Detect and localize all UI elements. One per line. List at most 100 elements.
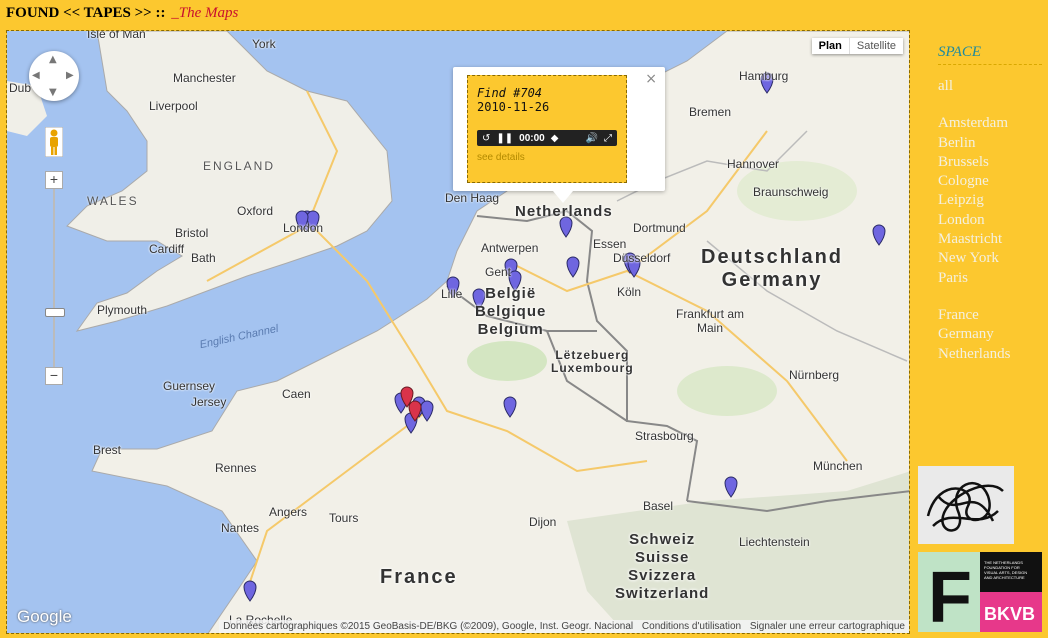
pan-up-icon[interactable]: ▲ [49,54,57,65]
country-name-line: Schweiz [629,531,696,548]
city-label: Angers [269,505,308,519]
map-type-plan-button[interactable]: Plan [812,38,849,54]
country-label-liechtenstein: Liechtenstein [739,535,810,549]
city-label: Dub [9,81,32,95]
info-window-content: Find #704 2010-11-26 ↺ ❚❚ 00:00 ◆ 🔊 ⤢ se… [467,75,627,183]
pause-icon[interactable]: ❚❚ [496,133,513,144]
zoom-slider-track[interactable] [53,181,55,379]
pan-right-icon[interactable]: ▶ [66,70,74,81]
sidebar-item-london[interactable]: London [938,211,1042,230]
volume-icon[interactable]: 🔊 [586,133,598,144]
sidebar-item-cologne[interactable]: Cologne [938,172,1042,191]
country-name-line: Germany [721,269,823,291]
city-label: Dortmund [633,221,686,235]
city-label: London [283,221,324,235]
city-label: Tours [329,511,359,525]
close-icon[interactable]: × [645,71,657,87]
city-label: Essen [593,237,627,251]
city-label: Isle of Man [87,30,146,41]
street-view-pegman-icon[interactable] [45,127,63,157]
country-label-england: ENGLAND [203,159,276,173]
page-header: FOUND << TAPES >> :: _The Maps [6,5,238,22]
city-label: Hannover [727,157,780,171]
page-subtitle: _The Maps [171,5,239,21]
city-label: Düsseldorf [613,251,671,265]
zoom-out-button[interactable]: − [45,367,63,385]
city-label: York [252,37,276,51]
sidebar-item-germany[interactable]: Germany [938,325,1042,344]
sidebar-item-france[interactable]: France [938,306,1042,325]
sidebar-item-new-york[interactable]: New York [938,249,1042,268]
forest-area [467,341,547,381]
city-label: Gent [485,265,512,279]
city-label: Rennes [215,461,257,475]
zoom-slider-handle[interactable] [45,308,65,317]
city-label: Jersey [191,395,227,409]
city-label: Oxford [237,204,274,218]
city-label: Guernsey [163,379,216,393]
city-label: Den Haag [445,191,500,205]
map-attribution: Données cartographiques ©2015 GeoBasis-D… [219,620,909,633]
city-label: Cardiff [149,242,185,256]
city-label: Bristol [175,226,209,240]
city-label: Strasbourg [635,429,694,443]
city-label: München [813,459,863,473]
city-label: Manchester [173,71,236,85]
city-label: Hamburg [739,69,789,83]
info-window-tail [553,191,573,203]
map-container[interactable]: York Isle of Man Manchester Liverpool Du… [6,30,910,634]
city-label: Köln [617,285,642,299]
city-label: Bath [191,251,216,265]
map-type-control: Plan Satellite [811,38,903,54]
sidebar-item-berlin[interactable]: Berlin [938,134,1042,153]
city-label: Bremen [689,105,732,119]
sidebar-item-paris[interactable]: Paris [938,269,1042,288]
country-name-line: Suisse [634,549,690,566]
country-label-netherlands: Netherlands [515,203,613,220]
sidebar-item-brussels[interactable]: Brussels [938,153,1042,172]
country-name-line: België [485,285,537,302]
zoom-in-button[interactable]: + [45,171,63,189]
city-label: Caen [282,387,311,401]
site-title[interactable]: FOUND << TAPES >> :: [6,5,165,21]
country-name-line: Belgium [477,321,544,338]
logo-letter: F [928,558,972,632]
country-label-belgium: België Belgique Belgium [475,285,546,339]
sidebar-item-all[interactable]: all [938,77,1042,96]
fullscreen-icon[interactable]: ⤢ [604,133,612,144]
sidebar-item-netherlands[interactable]: Netherlands [938,345,1042,364]
logo-brand: BKVB [984,604,1035,624]
replay-icon[interactable]: ↺ [482,133,490,144]
pan-control-icon[interactable]: ▲ ▼ ◀ ▶ [29,51,79,101]
city-label: Dijon [529,515,557,529]
audio-player[interactable]: ↺ ❚❚ 00:00 ◆ 🔊 ⤢ [477,130,617,146]
country-name-line: Deutschland [701,246,844,268]
country-label-switzerland: Schweiz Suisse Svizzera Switzerland [615,531,709,603]
terms-of-use-link[interactable]: Conditions d'utilisation [642,621,741,632]
bkvb-logo[interactable]: F THE NETHERLANDS FOUNDATION FOR VISUAL … [918,552,1042,632]
sidebar-item-amsterdam[interactable]: Amsterdam [938,114,1042,133]
city-label: Nantes [221,521,260,535]
sidebar-item-maastricht[interactable]: Maastricht [938,230,1042,249]
pan-left-icon[interactable]: ◀ [32,70,40,81]
forest-area [677,366,777,416]
seek-handle-icon[interactable]: ◆ [551,133,559,144]
see-details-link[interactable]: see details [477,152,618,163]
find-date: 2010-11-26 [477,100,550,114]
pan-down-icon[interactable]: ▼ [49,87,57,98]
logo-caption: THE NETHERLANDS FOUNDATION FOR VISUAL AR… [984,560,1028,580]
sidebar-item-leipzig[interactable]: Leipzig [938,191,1042,210]
country-label-luxembourg: Lëtzebuerg Luxembourg [551,349,634,375]
country-label-france: France [380,566,458,588]
report-error-link[interactable]: Signaler une erreur cartographique [750,621,905,632]
city-label: Plymouth [97,303,148,317]
city-label: Brest [93,443,122,457]
country-name-line: Belgique [475,303,547,320]
map-type-satellite-button[interactable]: Satellite [848,38,903,54]
tape-thumbnail-image[interactable] [918,466,1014,544]
country-name-line: Svizzera [628,567,697,584]
map-data-credit: Données cartographiques ©2015 GeoBasis-D… [223,621,634,632]
country-name-line: Luxembourg [551,361,634,375]
city-label: Braunschweig [753,185,829,199]
info-window: × Find #704 2010-11-26 ↺ ❚❚ 00:00 ◆ 🔊 ⤢ … [453,67,665,203]
